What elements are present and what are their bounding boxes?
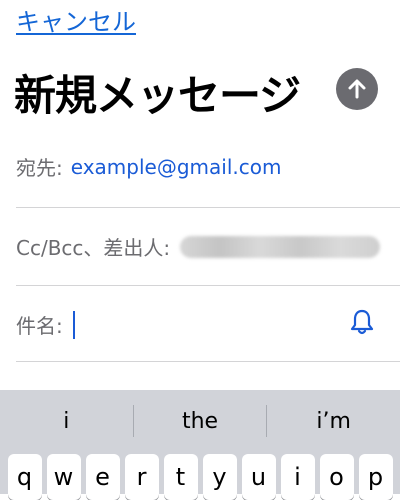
cc-bcc-from-label: Cc/Bcc、差出人: [16, 236, 171, 260]
key[interactable]: q [7, 454, 42, 500]
subject-field[interactable]: 件名: [16, 310, 400, 339]
cc-bcc-from-field[interactable]: Cc/Bcc、差出人: [16, 232, 400, 261]
key[interactable]: u [241, 454, 276, 500]
key[interactable]: p [358, 454, 393, 500]
text-cursor [72, 310, 75, 339]
recipient-address[interactable]: example@gmail.com [71, 155, 282, 179]
suggestion-item[interactable]: i [0, 409, 133, 434]
key[interactable]: w [46, 454, 81, 500]
key[interactable]: r [124, 454, 159, 500]
cancel-button[interactable]: キャンセル [16, 2, 136, 37]
suggestion-item[interactable]: the [134, 409, 267, 434]
key[interactable]: e [85, 454, 120, 500]
key-row: q w e r t y u i o p [0, 454, 400, 500]
key[interactable]: o [319, 454, 354, 500]
to-field[interactable]: 宛先: example@gmail.com [16, 152, 400, 181]
keyboard: i the i’m q w e r t y u i o p [0, 390, 400, 500]
send-button[interactable] [336, 68, 378, 110]
subject-label: 件名: [16, 314, 63, 338]
divider [16, 361, 400, 362]
arrow-up-icon [348, 79, 366, 99]
redacted-sender [180, 235, 381, 258]
key[interactable]: t [163, 454, 198, 500]
suggestion-item[interactable]: i’m [267, 409, 400, 434]
bell-icon[interactable] [347, 307, 377, 337]
suggestion-bar: i the i’m [0, 390, 400, 452]
to-label: 宛先: [16, 156, 63, 180]
page-title: 新規メッセージ [14, 71, 301, 120]
divider [16, 207, 400, 208]
key[interactable]: y [202, 454, 237, 500]
key[interactable]: i [280, 454, 315, 500]
divider [16, 285, 400, 286]
